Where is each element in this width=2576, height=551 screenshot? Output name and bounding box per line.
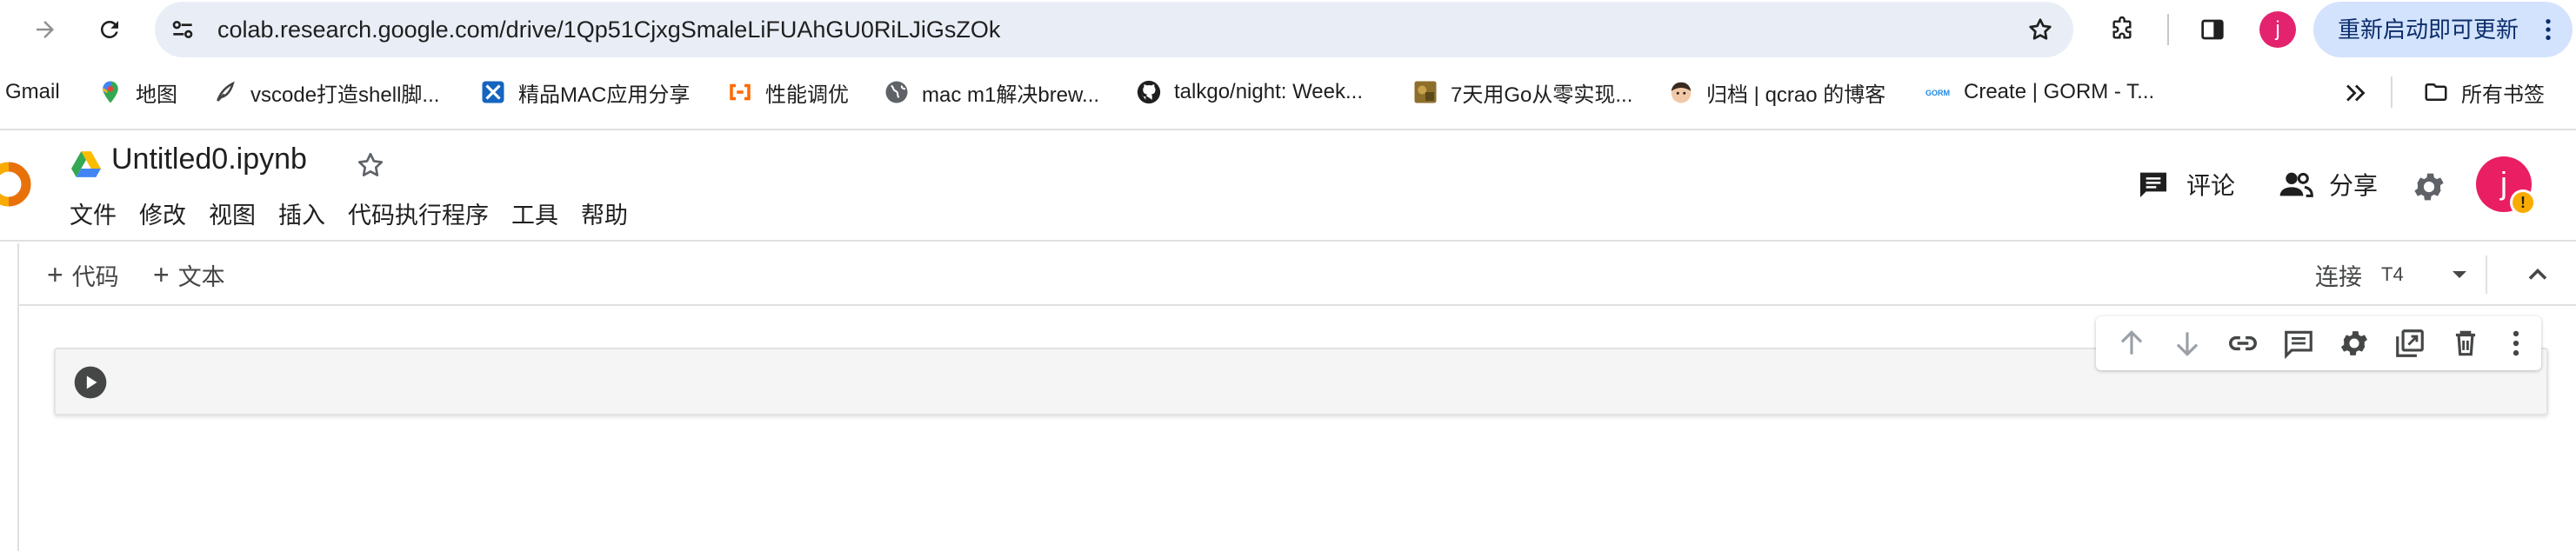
menu-runtime[interactable]: 代码执行程序 xyxy=(348,198,489,233)
extensions-button[interactable] xyxy=(2105,12,2139,47)
bookmark-label: Create | GORM - T... xyxy=(1964,80,2155,103)
comment-icon xyxy=(2140,172,2166,197)
bookmark-maps[interactable]: 地图 xyxy=(97,75,177,110)
update-label: 重新启动即可更新 xyxy=(2338,17,2519,43)
site-icon xyxy=(1414,81,1437,103)
menu-insert[interactable]: 插入 xyxy=(278,198,325,233)
share-label: 分享 xyxy=(2329,172,2379,199)
address-bar[interactable]: colab.research.google.com/drive/1Qp51Cjx… xyxy=(155,2,2073,57)
url-text[interactable]: colab.research.google.com/drive/1Qp51Cjx… xyxy=(217,2,1000,57)
maps-icon xyxy=(102,81,118,103)
side-panel-icon xyxy=(2201,19,2224,40)
bookmark-label: vscode打造shell脚... xyxy=(250,83,440,107)
github-icon xyxy=(1137,80,1161,104)
warning-badge-icon: ! xyxy=(2510,189,2536,216)
more-vert-icon[interactable] xyxy=(2499,327,2533,360)
bookmark-performance[interactable]: 性能调优 xyxy=(727,75,849,110)
site-icon xyxy=(482,81,504,103)
bookmarks-divider xyxy=(2391,76,2392,108)
bookmark-label: 精品MAC应用分享 xyxy=(518,83,691,107)
add-text-label: 文本 xyxy=(177,263,225,290)
alibaba-cloud-icon xyxy=(730,83,751,101)
toolbar-divider xyxy=(2486,256,2487,294)
svg-text:GORM: GORM xyxy=(1925,89,1950,97)
forward-button[interactable] xyxy=(28,12,63,47)
bookmark-gorm[interactable]: GORM Create | GORM - T... xyxy=(1925,75,2154,110)
bookmark-gmail[interactable]: Gmail xyxy=(5,75,60,110)
caret-down-icon[interactable] xyxy=(2446,261,2473,289)
share-button[interactable]: 分享 xyxy=(2279,163,2378,205)
bookmark-brew[interactable]: mac m1解决brew... xyxy=(884,75,1099,110)
settings-gear-icon[interactable] xyxy=(2411,169,2447,205)
comment-icon[interactable] xyxy=(2282,327,2315,360)
add-code-button[interactable]: + 代码 xyxy=(47,257,119,292)
bookmark-mac-apps[interactable]: 精品MAC应用分享 xyxy=(480,75,690,110)
move-up-icon[interactable] xyxy=(2115,327,2148,360)
bookmark-label: 性能调优 xyxy=(765,83,849,107)
google-drive-icon[interactable] xyxy=(71,151,101,177)
menu-help[interactable]: 帮助 xyxy=(581,198,628,233)
move-down-icon[interactable] xyxy=(2171,327,2204,360)
bookmarks-bar: Gmail 地图 vscode打造shell脚... 精品MAC应用分享 性能调… xyxy=(0,59,2576,127)
notebook-toolbar: + 代码 + 文本 连接 T4 xyxy=(17,243,2576,306)
puzzle-icon xyxy=(2112,16,2132,39)
bookmark-label: 7天用Go从零实现... xyxy=(1451,83,1633,107)
comment-button[interactable]: 评论 xyxy=(2136,163,2235,205)
chevron-double-right-icon[interactable] xyxy=(2341,78,2371,108)
connect-button[interactable]: 连接 T4 xyxy=(2315,257,2404,292)
bookmark-qcrao-blog[interactable]: 归档 | qcrao 的博客 xyxy=(1668,75,1885,110)
feather-icon xyxy=(217,81,235,102)
restart-to-update-button[interactable]: 重新启动即可更新 xyxy=(2313,2,2573,57)
star-icon[interactable] xyxy=(355,149,386,181)
colab-logo-icon[interactable] xyxy=(0,149,43,219)
bookmark-vscode-shell[interactable]: vscode打造shell脚... xyxy=(212,75,439,110)
add-code-label: 代码 xyxy=(71,263,119,290)
bookmark-label: 地图 xyxy=(136,83,177,107)
notebook-title[interactable]: Untitled0.ipynb xyxy=(111,143,307,176)
reload-icon xyxy=(100,20,118,38)
menu-tools[interactable]: 工具 xyxy=(511,198,558,233)
link-icon[interactable] xyxy=(2226,327,2259,360)
browser-profile-avatar[interactable]: j xyxy=(2259,11,2296,48)
bookmark-talkgo[interactable]: talkgo/night: Week... xyxy=(1136,75,1363,110)
colab-header: Untitled0.ipynb 文件 修改 视图 插入 代码执行程序 工具 帮助… xyxy=(0,129,2576,242)
reload-button[interactable] xyxy=(92,12,127,47)
comment-label: 评论 xyxy=(2186,172,2236,199)
site-settings-icon[interactable] xyxy=(169,16,197,43)
arrow-right-icon xyxy=(37,21,54,38)
folder-icon xyxy=(2425,83,2447,101)
add-text-button[interactable]: + 文本 xyxy=(153,257,225,292)
connect-label: 连接 xyxy=(2315,263,2362,290)
people-icon xyxy=(2279,172,2313,197)
bookmark-label: Gmail xyxy=(5,80,60,103)
plus-icon: + xyxy=(153,258,170,290)
toolbar-divider xyxy=(2167,14,2169,45)
globe-icon xyxy=(885,81,908,103)
settings-icon[interactable] xyxy=(2338,327,2371,360)
gorm-icon: GORM xyxy=(1925,89,1950,97)
menu-edit[interactable]: 修改 xyxy=(139,198,186,233)
plus-icon: + xyxy=(47,258,63,290)
all-bookmarks-label: 所有书签 xyxy=(2461,83,2545,107)
bookmark-label: mac m1解决brew... xyxy=(922,83,1100,107)
mirror-cell-icon[interactable] xyxy=(2393,327,2426,360)
browser-toolbar: colab.research.google.com/drive/1Qp51Cjx… xyxy=(0,0,2576,59)
avatar-icon xyxy=(1671,82,1692,103)
cell-action-toolbar xyxy=(2096,316,2541,370)
side-panel-button[interactable] xyxy=(2195,12,2230,47)
menu-view[interactable]: 视图 xyxy=(209,198,256,233)
menu-bar: 文件 修改 视图 插入 代码执行程序 工具 帮助 xyxy=(70,198,651,233)
bookmark-go-7days[interactable]: 7天用Go从零实现... xyxy=(1412,75,1632,110)
bookmark-star-icon[interactable] xyxy=(2026,16,2054,43)
menu-file[interactable]: 文件 xyxy=(70,198,117,233)
all-bookmarks-button[interactable]: 所有书签 xyxy=(2423,75,2545,110)
chevron-up-icon[interactable] xyxy=(2522,259,2553,290)
more-vert-icon xyxy=(2546,19,2551,40)
runtime-type-label: T4 xyxy=(2381,263,2404,285)
delete-icon[interactable] xyxy=(2449,327,2482,360)
bookmark-label: 归档 | qcrao 的博客 xyxy=(1706,83,1886,107)
left-gutter xyxy=(17,306,19,551)
run-cell-icon[interactable] xyxy=(73,365,108,400)
bookmark-label: talkgo/night: Week... xyxy=(1174,80,1364,103)
